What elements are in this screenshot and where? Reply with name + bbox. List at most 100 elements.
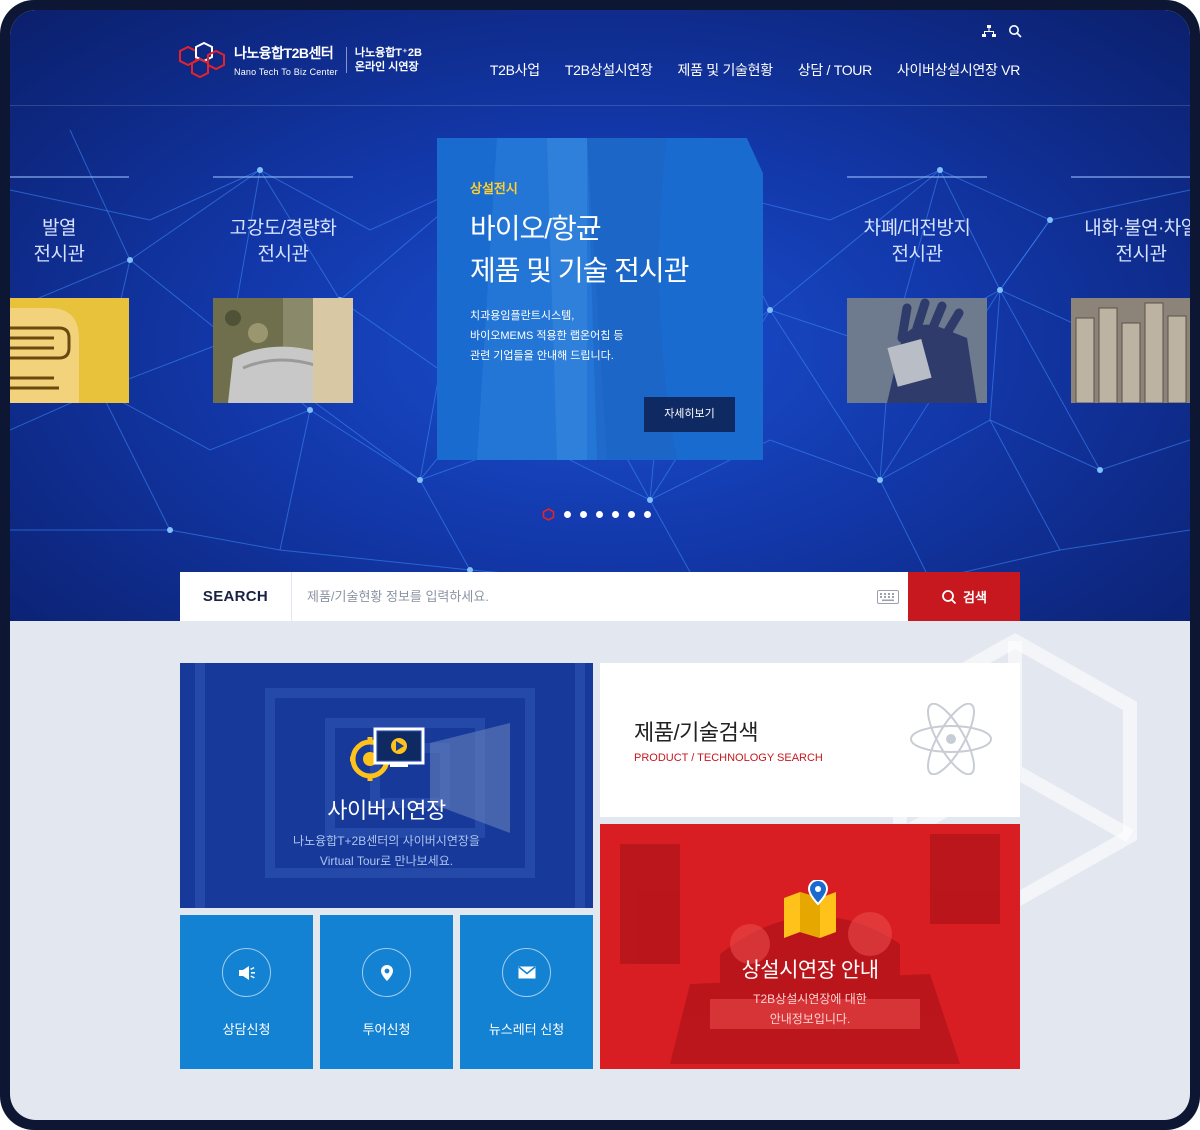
exhibit-title: 차폐/대전방지 전시관 [847, 216, 987, 268]
guide-title: 상설시연장 안내 [741, 959, 879, 982]
exhibit-title-line1: 내화·불연·차열 [1084, 218, 1190, 239]
envelope-icon [517, 966, 536, 979]
exhibit-slide-shielding[interactable]: 차폐/대전방지 전시관 [847, 176, 987, 408]
card-title: 바이오/항균 제품 및 기술 전시관 [470, 208, 689, 292]
slide-dot[interactable] [564, 511, 571, 518]
nav-t2b-business[interactable]: T2B사업 [490, 60, 540, 80]
exhibit-title-line2: 전시관 [257, 244, 309, 265]
map-marker-icon [784, 880, 836, 938]
product-search-tile[interactable]: 제품/기술검색 PRODUCT / TECHNOLOGY SEARCH [600, 663, 1020, 817]
card-desc-line3: 관련 기업들을 안내해 드립니다. [470, 350, 614, 362]
guide-desc-line2: 안내정보입니다. [769, 1012, 851, 1026]
slide-dot[interactable] [612, 511, 619, 518]
logo-hexagon-icon [179, 41, 225, 79]
slide-dot[interactable] [644, 511, 651, 518]
exhibit-title: 발열 전시관 [10, 216, 129, 268]
exhibit-bar [847, 176, 987, 178]
showroom-guide-tile[interactable]: 상설시연장 안내 T2B상설시연장에 대한 안내정보입니다. [600, 824, 1020, 1069]
exhibit-slide-strength[interactable]: 고강도/경량화 전시관 [213, 176, 353, 408]
card-title-line2: 제품 및 기술 전시관 [470, 255, 689, 286]
search-button[interactable]: 검색 [908, 572, 1020, 621]
exhibit-bar [1071, 176, 1190, 178]
search-label: SEARCH [180, 572, 292, 621]
search-button-icon [942, 589, 957, 604]
sitemap-icon[interactable] [982, 24, 996, 38]
cyber-description: 나노융합T+2B센터의 사이버시연장을 Virtual Tour로 만나보세요. [180, 831, 593, 871]
logo-right-line1: 나노융합T⁺2B [354, 47, 422, 59]
tour-request-label: 투어신청 [362, 1022, 411, 1037]
exhibit-title-line1: 고강도/경량화 [229, 218, 337, 239]
megaphone-icon [238, 965, 255, 980]
search-bar: SEARCH 검색 [180, 572, 1020, 621]
card-title-line1: 바이오/항균 [470, 213, 602, 244]
nav-products-tech[interactable]: 제품 및 기술현황 [678, 60, 774, 80]
logo-right: 나노융합T⁺2B 온라인 시연장 [355, 46, 422, 74]
exhibit-title-line2: 전시관 [1115, 244, 1167, 265]
logo-subtitle: Nano Tech To Biz Center [234, 67, 338, 77]
featured-exhibit-card[interactable]: 상설전시 바이오/항균 제품 및 기술 전시관 치과용임플란트시스템, 바이오M… [437, 138, 763, 460]
exhibit-image-fireproof [1071, 298, 1190, 404]
device-frame: 나노융합T2B센터 Nano Tech To Biz Center 나노융합T⁺… [0, 0, 1200, 1130]
active-slide-indicator[interactable] [542, 508, 555, 521]
exhibit-image-strength [213, 298, 353, 403]
icon-circle [362, 948, 411, 997]
nav-cyber-vr[interactable]: 사이버상설시연장 VR [897, 60, 1020, 80]
exhibit-title: 고강도/경량화 전시관 [213, 216, 353, 268]
hero-section: 나노융합T2B센터 Nano Tech To Biz Center 나노융합T⁺… [10, 10, 1190, 621]
slide-dot[interactable] [596, 511, 603, 518]
search-button-label: 검색 [963, 590, 987, 605]
logo-right-line2: 온라인 시연장 [354, 61, 419, 73]
product-search-title: 제품/기술검색 [634, 720, 759, 745]
site-logo[interactable]: 나노융합T2B센터 Nano Tech To Biz Center 나노융합T⁺… [178, 40, 428, 80]
guide-background-image [600, 824, 1020, 1069]
main-navigation: T2B사업 T2B상설시연장 제품 및 기술현황 상담 / TOUR 사이버상설… [465, 60, 1020, 80]
more-button[interactable]: 자세히보기 [644, 397, 735, 432]
newsletter-request-label: 뉴스레터 신청 [488, 1022, 565, 1037]
exhibit-title-line2: 전시관 [891, 244, 943, 265]
exhibit-image-heating [10, 298, 129, 403]
exhibit-slide-fireproof[interactable]: 내화·불연·차열 전시관 [1071, 176, 1190, 408]
product-search-subtitle: PRODUCT / TECHNOLOGY SEARCH [634, 752, 823, 764]
exhibit-bar [10, 176, 129, 178]
cyber-background-image [180, 663, 593, 908]
slider-pagination [542, 508, 651, 521]
keyboard-icon[interactable] [868, 572, 908, 621]
exhibit-title-line2: 전시관 [33, 244, 85, 265]
video-gear-icon [350, 727, 425, 781]
slide-dot[interactable] [628, 511, 635, 518]
atom-icon [910, 703, 992, 775]
site-header: 나노융합T2B센터 Nano Tech To Biz Center 나노융합T⁺… [10, 10, 1190, 106]
nav-consult-tour[interactable]: 상담 / TOUR [798, 60, 872, 80]
newsletter-request-button[interactable]: 뉴스레터 신청 [460, 915, 593, 1069]
card-desc-line1: 치과용임플란트시스템, [470, 310, 575, 322]
tour-request-button[interactable]: 투어신청 [320, 915, 453, 1069]
cyber-desc-line1: 나노융합T+2B센터의 사이버시연장을 [293, 834, 480, 848]
consult-request-label: 상담신청 [222, 1022, 271, 1037]
card-category: 상설전시 [470, 181, 518, 196]
icon-circle [222, 948, 271, 997]
guide-description: T2B상설시연장에 대한 안내정보입니다. [600, 989, 1020, 1029]
exhibit-slide-heating[interactable]: 발열 전시관 [10, 176, 129, 408]
cyber-desc-line2: Virtual Tour로 만나보세요. [319, 854, 454, 868]
utility-menu [982, 24, 1022, 38]
cyber-title: 사이버시연장 [327, 798, 446, 823]
card-desc-line2: 바이오MEMS 적용한 랩온어칩 등 [470, 330, 624, 342]
slide-dot[interactable] [580, 511, 587, 518]
logo-text: 나노융합T2B센터 Nano Tech To Biz Center [234, 43, 338, 77]
exhibit-bar [213, 176, 353, 178]
exhibit-title: 내화·불연·차열 전시관 [1071, 216, 1190, 268]
cyber-showroom-tile[interactable]: 사이버시연장 나노융합T+2B센터의 사이버시연장을 Virtual Tour로… [180, 663, 593, 908]
search-icon[interactable] [1008, 24, 1022, 38]
exhibit-title-line1: 발열 [42, 218, 76, 239]
icon-circle [502, 948, 551, 997]
consult-request-button[interactable]: 상담신청 [180, 915, 313, 1069]
card-description: 치과용임플란트시스템, 바이오MEMS 적용한 랩온어칩 등 관련 기업들을 안… [470, 306, 624, 366]
exhibit-image-shielding [847, 298, 987, 403]
location-pin-icon [380, 964, 393, 981]
search-input[interactable] [292, 572, 868, 621]
nav-t2b-showroom[interactable]: T2B상설시연장 [565, 60, 653, 80]
logo-divider [345, 47, 347, 73]
exhibit-title-line1: 차폐/대전방지 [863, 218, 971, 239]
page-viewport: 나노융합T2B센터 Nano Tech To Biz Center 나노융합T⁺… [10, 10, 1190, 1120]
guide-desc-line1: T2B상설시연장에 대한 [753, 992, 867, 1006]
